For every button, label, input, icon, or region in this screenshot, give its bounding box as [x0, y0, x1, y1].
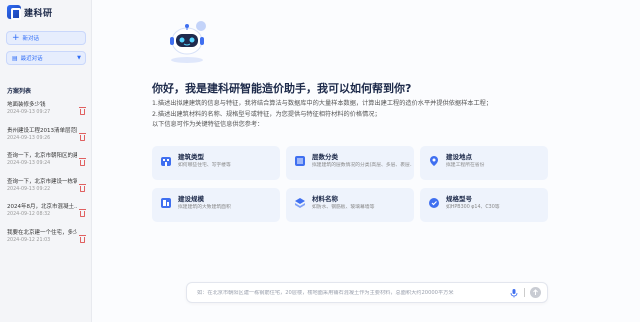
app: 建科研 + 新对话 ▤ 最近对话 ▼ 方案列表 地面装修多少钱 2024-09-…: [0, 0, 640, 322]
mic-icon[interactable]: [509, 288, 519, 298]
list-header: 方案列表: [7, 88, 32, 95]
card-text: 建设地点 拟建工程所在省份: [446, 153, 546, 169]
delete-icon[interactable]: [79, 107, 86, 115]
card-text: 材料名称 如防水、钢筋板、玻璃幕墙等: [312, 195, 412, 211]
history-item-title: 地面装修多少钱: [7, 102, 46, 108]
history-item-time: 2024-09-13 09:27: [7, 110, 51, 115]
intro-line-3: 以下信息可作为关键特征信息供您参考：: [152, 121, 264, 128]
recent-chats-label: 最近对话: [20, 56, 43, 62]
card-title: 建设地点: [446, 153, 472, 161]
brand-logo[interactable]: 建科研: [7, 5, 53, 20]
chat-input-bar: [186, 282, 548, 303]
page-title: 你好，我是建科研智能造价助手，我可以如何帮到你?: [152, 82, 412, 95]
history-item[interactable]: 地面装修多少钱 2024-09-13 09:27: [0, 99, 91, 125]
card-title: 规格型号: [446, 195, 472, 203]
history-list: 地面装修多少钱 2024-09-13 09:27 贵州建设工程2013清单层范围…: [0, 99, 91, 252]
divider: [524, 288, 525, 297]
delete-icon[interactable]: [79, 132, 86, 141]
history-item-title: 查询一下，北京市建设一栋钢…: [7, 178, 77, 185]
card-text: 建筑类型 如何哪些住宅、写字楼等: [178, 153, 278, 169]
brand-name: 建科研: [24, 8, 53, 19]
card-title: 材料名称: [312, 195, 338, 203]
history-item-time: 2024-09-12 21:03: [7, 237, 51, 243]
sidebar: 建科研 + 新对话 ▤ 最近对话 ▼ 方案列表 地面装修多少钱 2024-09-…: [0, 0, 92, 322]
chevron-down-icon: ▼: [77, 55, 81, 61]
intro-line-1: 1.描述出拟建建筑的信息与特征，我将结合算法与数据库中的大量样本数据，计算出建工…: [152, 100, 493, 107]
card-text: 规格型号 如HPB300 φ14、C30等: [446, 195, 546, 211]
send-icon: [533, 289, 538, 295]
delete-icon[interactable]: [79, 183, 86, 192]
card-material[interactable]: 材料名称 如防水、钢筋板、玻璃幕墙等: [286, 188, 414, 222]
history-item[interactable]: 2024年8月，北京市混凝土… 2024-09-12 08:32: [0, 201, 91, 227]
layers-icon: [295, 156, 305, 166]
recent-chats-button[interactable]: ▤ 最近对话 ▼: [6, 51, 86, 65]
send-button[interactable]: [530, 287, 541, 298]
card-subtitle: 如何哪些住宅、写字楼等: [178, 163, 231, 168]
delete-icon[interactable]: [79, 234, 86, 243]
history-item-title: 贵州建设工程2013清单层范围…: [7, 127, 77, 134]
chat-icon: ▤: [12, 54, 18, 62]
history-item-time: 2024-09-12 08:32: [7, 212, 51, 217]
location-icon: [430, 156, 438, 166]
history-item-time: 2024-09-13 09:26: [7, 135, 51, 141]
card-subtitle: 拟建建筑的大致建筑面积: [178, 205, 231, 210]
spec-icon: [429, 198, 439, 208]
history-item-time: 2024-09-13 09:22: [7, 186, 51, 192]
card-subtitle: 如HPB300 φ14、C30等: [446, 205, 500, 210]
card-title: 建设规模: [178, 195, 204, 203]
history-item-time: 2024-09-13 09:24: [7, 161, 51, 166]
feature-cards: 建筑类型 如何哪些住宅、写字楼等 层数分类 拟建建筑的层数情况的分类(高层、多层…: [152, 146, 548, 222]
card-scale[interactable]: 建设规模 拟建建筑的大致建筑面积: [152, 188, 280, 222]
card-subtitle: 如防水、钢筋板、玻璃幕墙等: [312, 205, 375, 210]
card-building-type[interactable]: 建筑类型 如何哪些住宅、写字楼等: [152, 146, 280, 180]
chat-input[interactable]: [197, 289, 505, 296]
delete-icon[interactable]: [79, 158, 86, 166]
robot-icon: [170, 21, 206, 63]
card-floor-class[interactable]: 层数分类 拟建建筑的层数情况的分类(高层、多层、裹层…): [286, 146, 414, 180]
card-text: 建设规模 拟建建筑的大致建筑面积: [178, 195, 278, 211]
history-item[interactable]: 查询一下，北京市建设一栋钢… 2024-09-13 09:22: [0, 176, 91, 202]
card-text: 层数分类 拟建建筑的层数情况的分类(高层、多层、裹层…): [312, 153, 412, 169]
history-item-title: 查询一下，北京市朝阳区的建…: [7, 153, 77, 159]
building-icon: [161, 157, 171, 166]
card-title: 层数分类: [312, 153, 338, 161]
delete-icon[interactable]: [79, 209, 86, 217]
history-item[interactable]: 我要在北京建一个住宅，多少… 2024-09-12 21:03: [0, 227, 91, 253]
material-icon: [295, 198, 305, 208]
plus-icon: +: [12, 32, 20, 43]
logo-icon: [7, 5, 21, 20]
card-location[interactable]: 建设地点 拟建工程所在省份: [420, 146, 548, 180]
history-item-title: 我要在北京建一个住宅，多少…: [7, 229, 77, 236]
card-subtitle: 拟建工程所在省份: [446, 163, 485, 168]
intro-line-2: 2.描述出建筑材料的名称、规格型号或特征，为您提供与特征相符材料的价格情况；: [152, 110, 381, 118]
history-item-title: 2024年8月，北京市混凝土…: [7, 204, 77, 210]
card-spec[interactable]: 规格型号 如HPB300 φ14、C30等: [420, 188, 548, 222]
card-title: 建筑类型: [178, 153, 204, 161]
card-subtitle: 拟建建筑的层数情况的分类(高层、多层、裹层…): [312, 163, 412, 168]
main-panel: 你好，我是建科研智能造价助手，我可以如何帮到你? 1.描述出拟建建筑的信息与特征…: [92, 0, 640, 322]
intro-text: 1.描述出拟建建筑的信息与特征，我将结合算法与数据库中的大量样本数据，计算出建工…: [152, 99, 492, 131]
scale-icon: [161, 198, 171, 208]
new-chat-button[interactable]: + 新对话: [6, 31, 86, 45]
new-chat-label: 新对话: [22, 36, 40, 42]
history-item[interactable]: 查询一下，北京市朝阳区的建… 2024-09-13 09:24: [0, 150, 91, 176]
history-item[interactable]: 贵州建设工程2013清单层范围… 2024-09-13 09:26: [0, 125, 91, 151]
